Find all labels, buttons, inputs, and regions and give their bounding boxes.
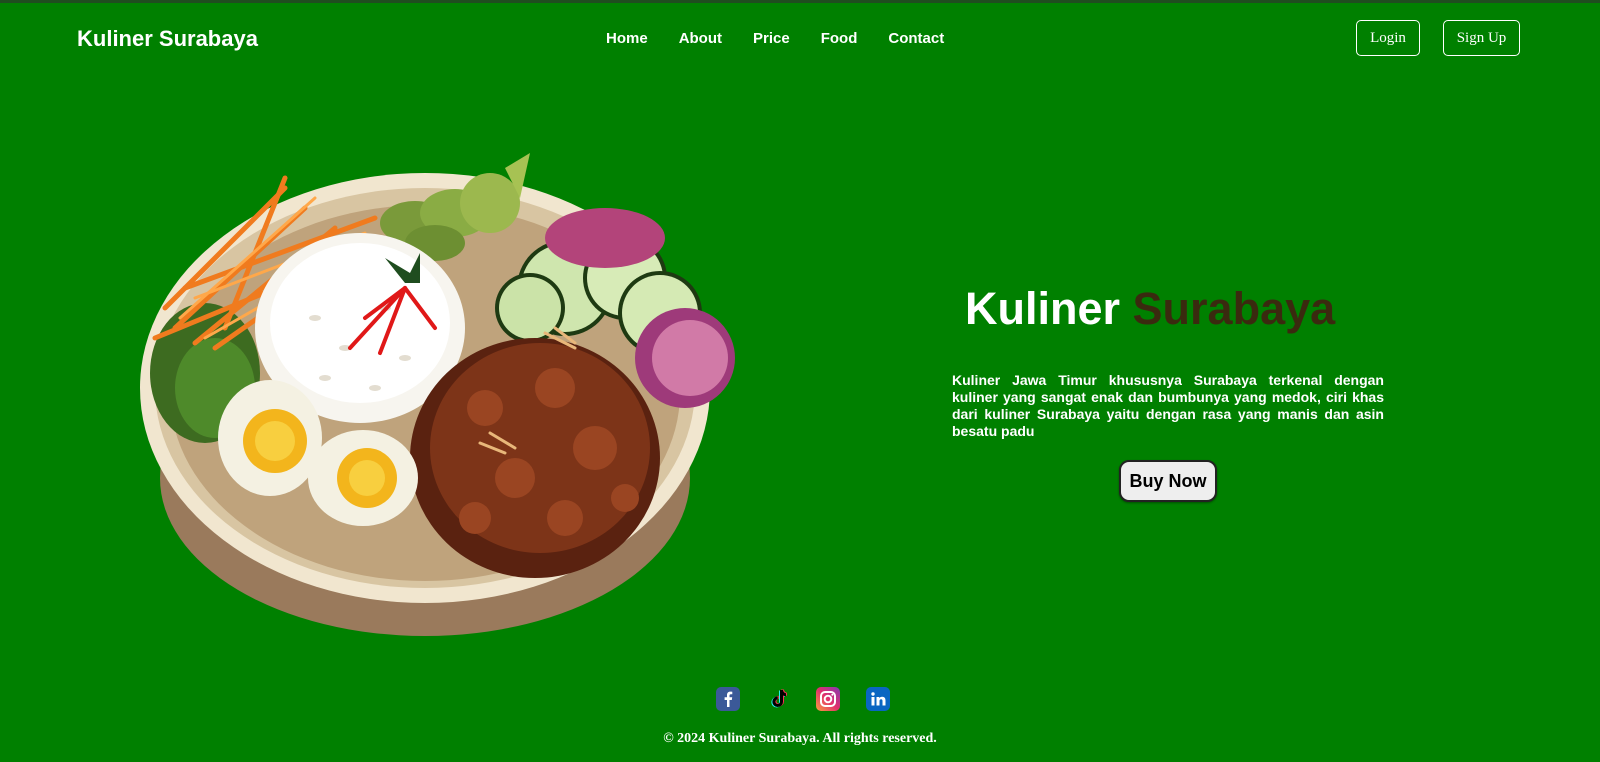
facebook-icon[interactable] xyxy=(716,687,740,711)
hero-title-part1: Kuliner xyxy=(965,283,1121,334)
signup-button[interactable]: Sign Up xyxy=(1443,20,1520,56)
navbar: Kuliner Surabaya Home About Price Food C… xyxy=(0,3,1600,78)
copyright-text: © 2024 Kuliner Surabaya. All rights rese… xyxy=(663,731,937,746)
nav-about-link[interactable]: About xyxy=(679,30,722,47)
instagram-icon[interactable] xyxy=(816,687,840,711)
social-links xyxy=(716,687,916,711)
hero-title: Kuliner Surabaya xyxy=(965,283,1335,335)
nav-price-link[interactable]: Price xyxy=(753,30,790,47)
buy-now-button[interactable]: Buy Now xyxy=(1119,460,1217,502)
nav-food-link[interactable]: Food xyxy=(821,30,858,47)
hero-title-part2: Surabaya xyxy=(1132,283,1336,334)
nav-contact-link[interactable]: Contact xyxy=(888,30,944,47)
linkedin-icon[interactable] xyxy=(866,687,890,711)
tiktok-icon[interactable] xyxy=(766,687,790,711)
login-button[interactable]: Login xyxy=(1356,20,1420,56)
hero-description: Kuliner Jawa Timur khususnya Surabaya te… xyxy=(952,372,1384,439)
rice-plate-illustration xyxy=(140,153,735,636)
nav-home-link[interactable]: Home xyxy=(606,30,648,47)
main-menu: Home About Price Food Contact xyxy=(606,30,975,47)
brand-logo[interactable]: Kuliner Surabaya xyxy=(77,26,258,52)
